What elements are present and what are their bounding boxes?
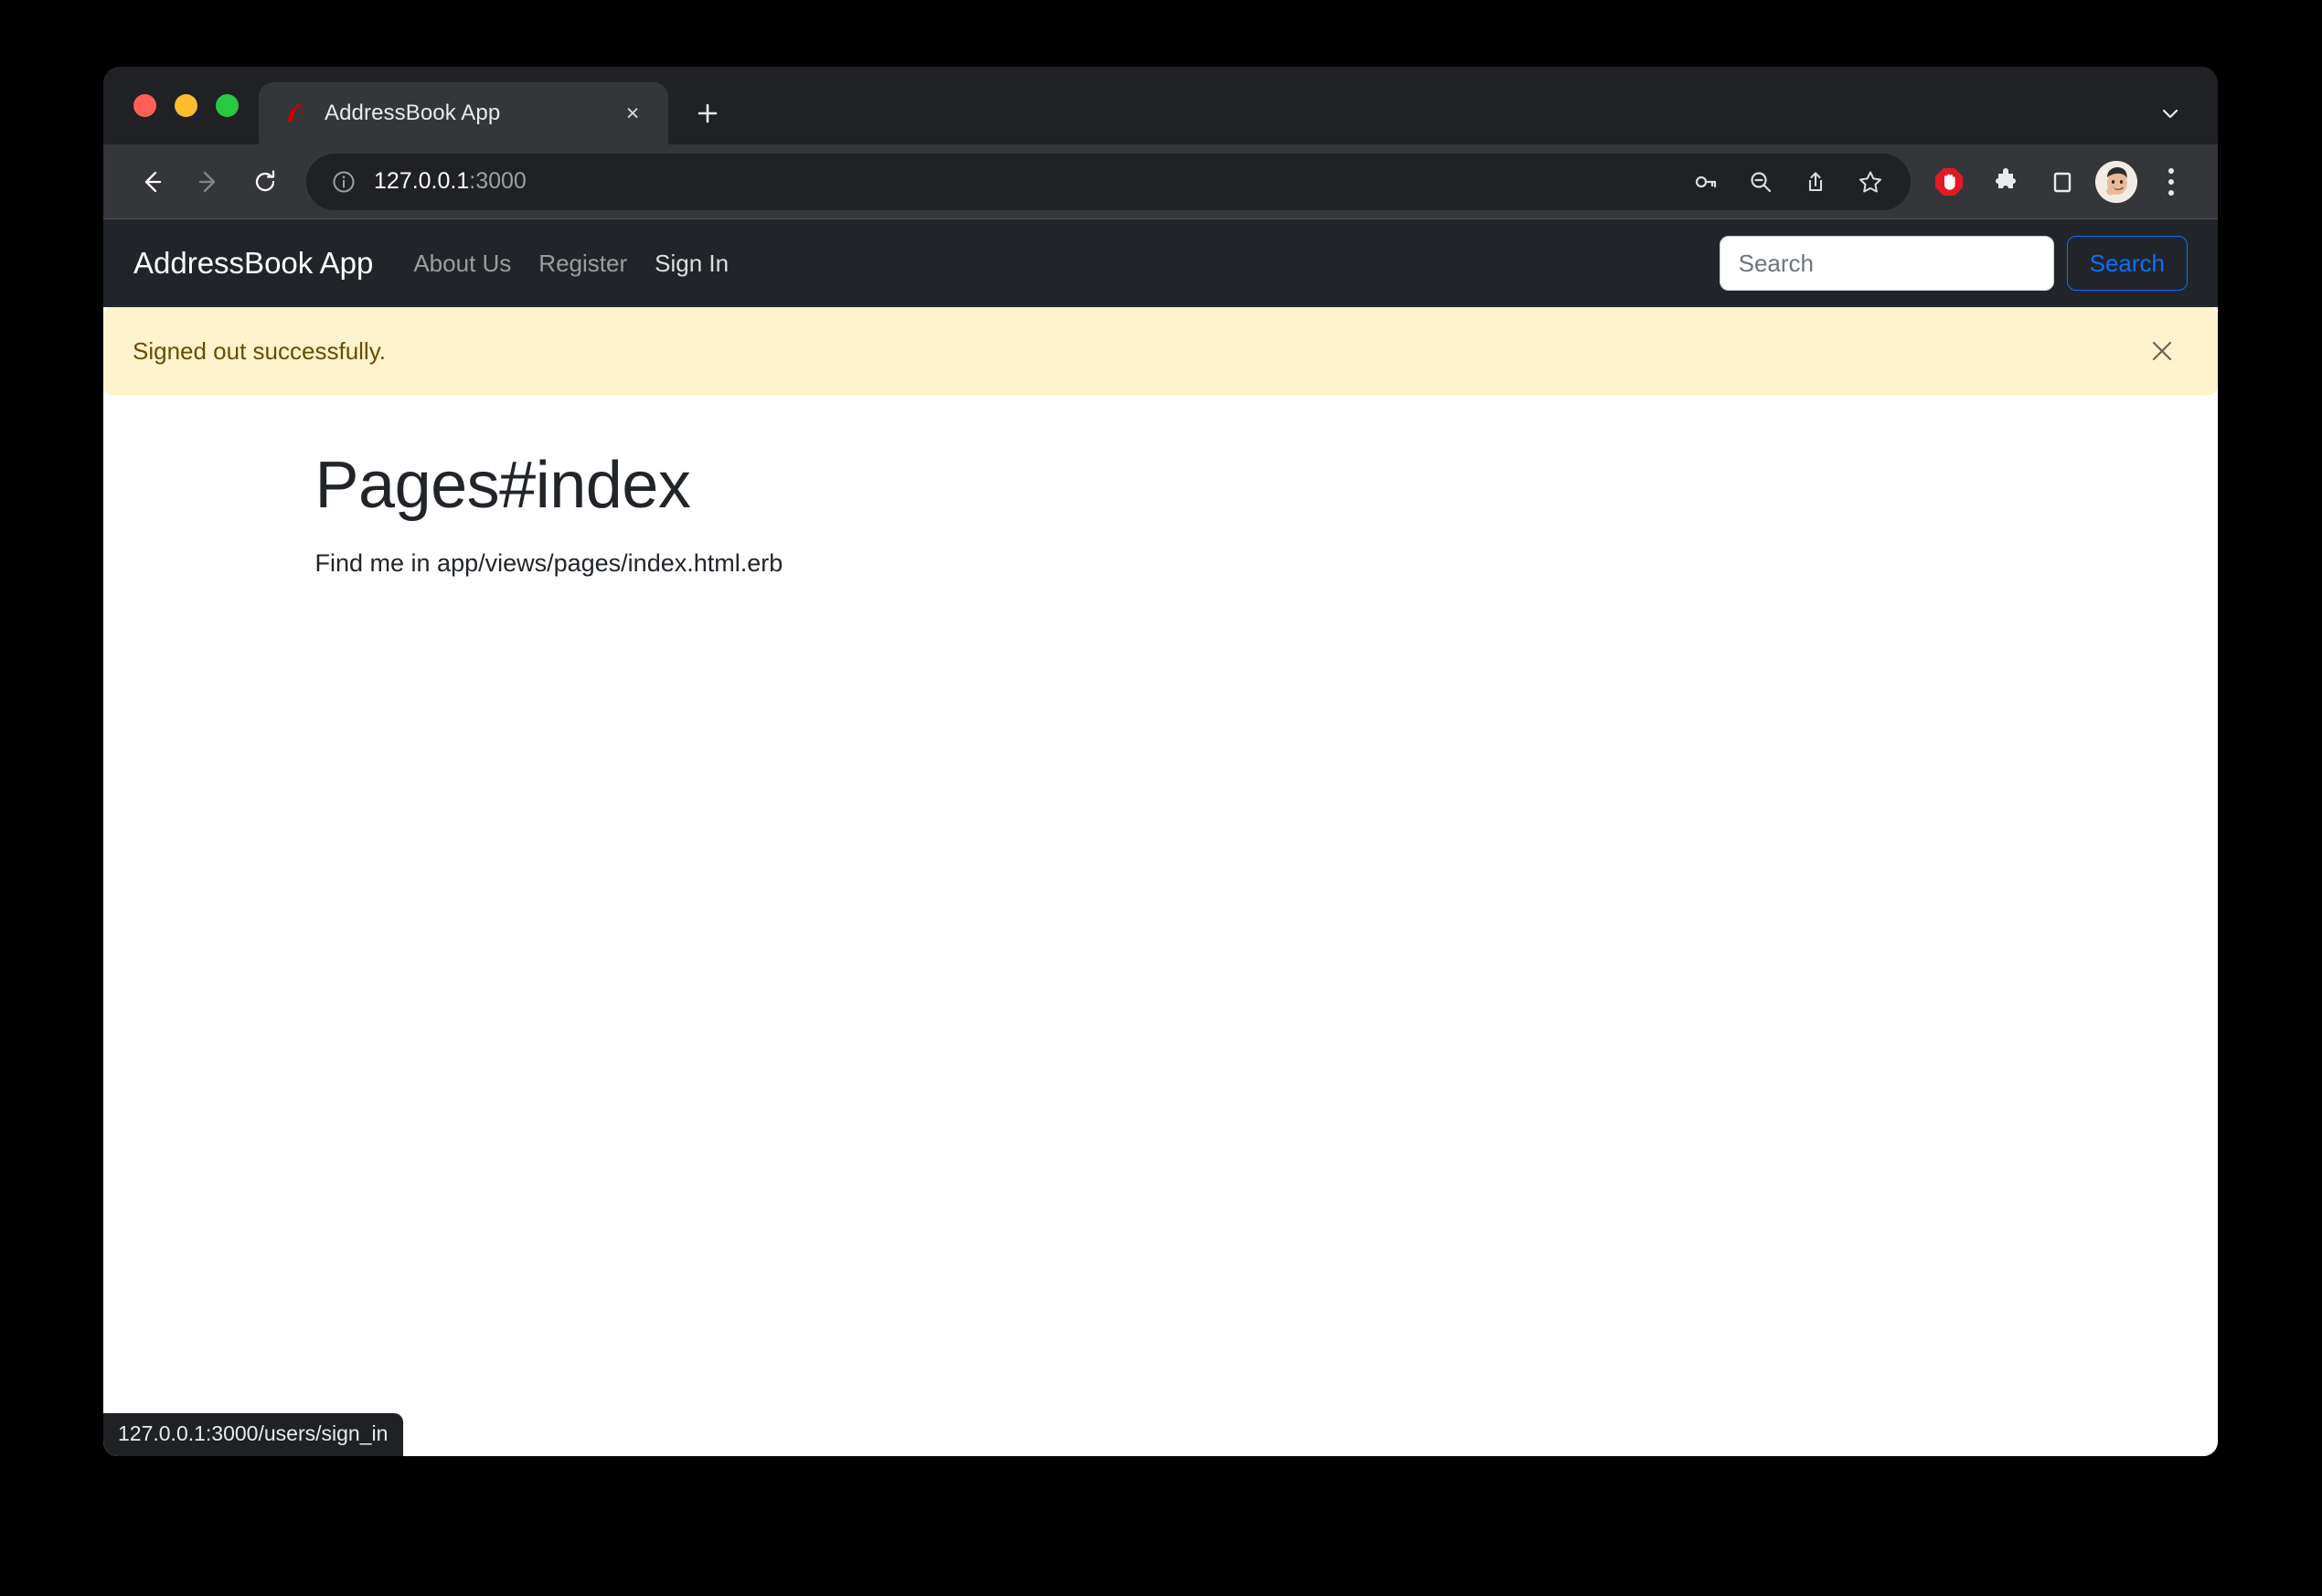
close-window-button[interactable] (133, 94, 156, 117)
address-bar[interactable]: 127.0.0.1:3000 (306, 153, 1911, 210)
flash-message: Signed out successfully. (133, 336, 386, 365)
password-key-icon[interactable] (1680, 156, 1731, 207)
new-tab-button[interactable] (681, 87, 734, 140)
page-title: Pages#index (314, 449, 691, 522)
browser-menu-button[interactable] (2148, 156, 2194, 207)
info-circle-icon[interactable] (328, 166, 359, 197)
adblock-icon[interactable] (1923, 156, 1975, 207)
browser-tab-addressbook-app[interactable]: AddressBook App × (259, 82, 668, 144)
close-icon[interactable] (2141, 330, 2183, 372)
content-container: Pages#index Find me in app/views/pages/i… (174, 448, 2148, 578)
flash-alert-warning: Signed out successfully. (103, 307, 2218, 395)
search-button[interactable]: Search (2066, 236, 2188, 291)
back-button[interactable] (123, 154, 180, 210)
forward-button[interactable] (180, 154, 237, 210)
page-viewport: AddressBook App About Us Register Sign I… (103, 219, 2218, 1456)
app-navbar: AddressBook App About Us Register Sign I… (103, 219, 2218, 307)
link-status-bubble: 127.0.0.1:3000/users/sign_in (103, 1413, 404, 1456)
omnibox-action-icons (1680, 156, 1896, 207)
tab-search-chevron-down-icon[interactable] (2146, 90, 2194, 137)
profile-avatar[interactable] (2095, 160, 2137, 203)
extensions-puzzle-icon[interactable] (1980, 156, 2031, 207)
minimize-window-button[interactable] (175, 94, 197, 117)
nav-link-sign-in[interactable]: Sign In (655, 250, 729, 278)
bookmark-star-icon[interactable] (1845, 156, 1896, 207)
url-text: 127.0.0.1:3000 (374, 168, 1680, 195)
reload-button[interactable] (237, 154, 293, 210)
search-input[interactable] (1719, 236, 2054, 291)
nav-link-about-us[interactable]: About Us (413, 250, 511, 278)
maximize-window-button[interactable] (216, 94, 239, 117)
nav-link-register[interactable]: Register (538, 250, 627, 278)
tab-title: AddressBook App (325, 101, 501, 125)
extension-icons (1923, 156, 2088, 207)
url-host: 127.0.0.1 (374, 168, 470, 194)
rails-logo-icon (282, 101, 308, 126)
browser-window: AddressBook App × 127.0.0.1:3000 Address… (103, 67, 2218, 1456)
tab-close-icon[interactable]: × (617, 98, 648, 129)
side-panel-icon[interactable] (2037, 156, 2088, 207)
url-port: :3000 (469, 168, 527, 194)
navbar-links: About Us Register Sign In (413, 250, 729, 278)
page-subtext: Find me in app/views/pages/index.html.er… (314, 548, 783, 577)
share-icon[interactable] (1790, 156, 1841, 207)
window-controls (103, 67, 259, 144)
page-main-content: Pages#index Find me in app/views/pages/i… (103, 395, 2218, 1456)
browser-toolbar: 127.0.0.1:3000 (103, 144, 2218, 219)
tab-strip: AddressBook App × (103, 67, 2218, 144)
navbar-brand[interactable]: AddressBook App (133, 246, 373, 281)
zoom-out-icon[interactable] (1735, 156, 1786, 207)
navbar-search-form: Search (1719, 236, 2188, 291)
